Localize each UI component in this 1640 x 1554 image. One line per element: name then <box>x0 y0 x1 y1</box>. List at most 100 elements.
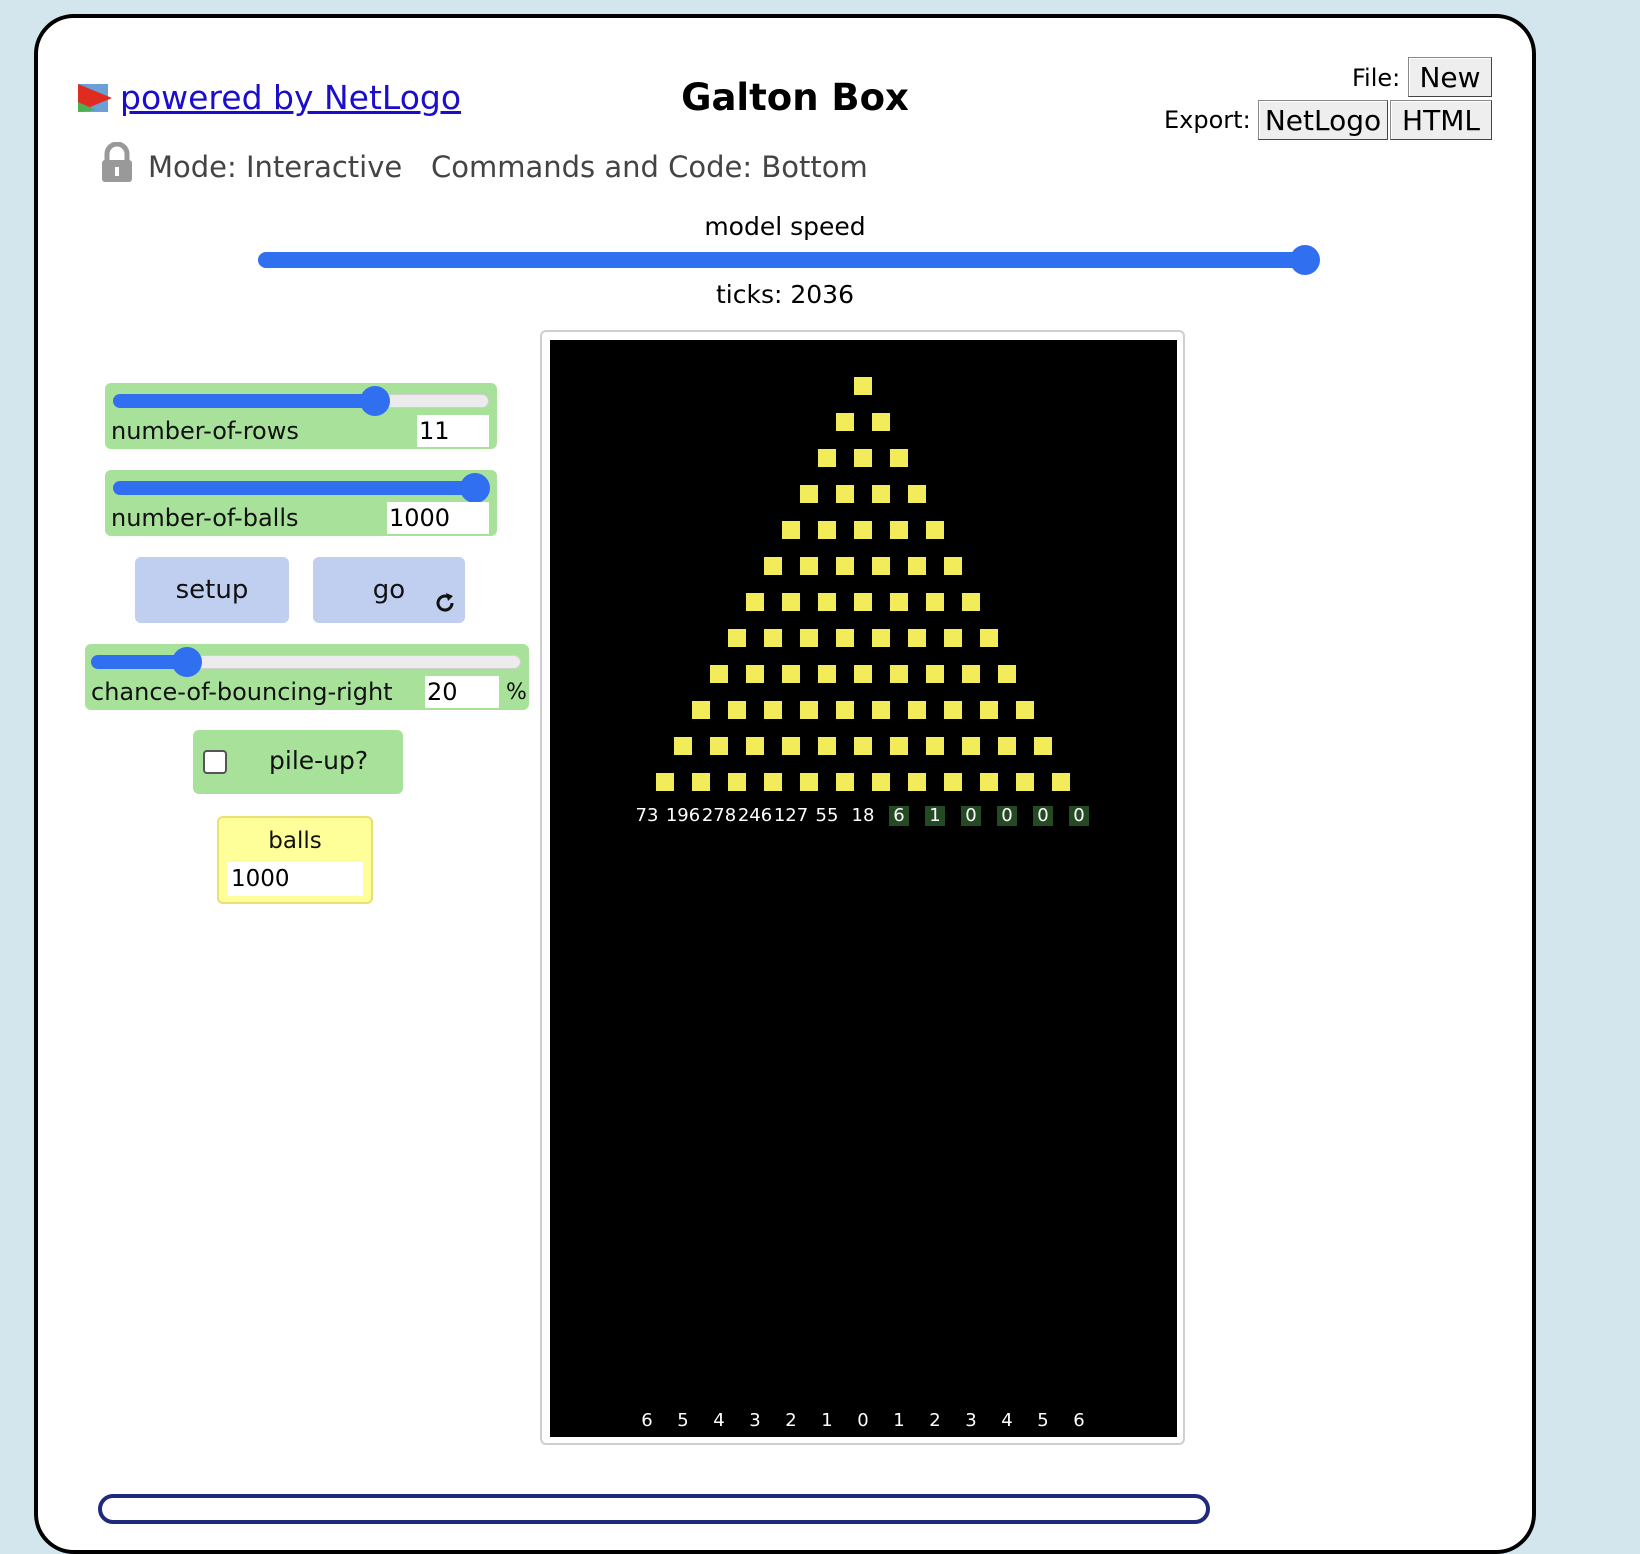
peg <box>890 737 908 755</box>
bin-count: 246 <box>737 805 773 826</box>
setup-button[interactable]: setup <box>135 557 289 623</box>
peg <box>836 557 854 575</box>
peg <box>836 413 854 431</box>
peg <box>836 629 854 647</box>
peg <box>980 773 998 791</box>
slider-value-field[interactable]: 20 <box>425 676 499 708</box>
peg <box>908 701 926 719</box>
peg <box>782 737 800 755</box>
peg <box>980 629 998 647</box>
peg <box>746 593 764 611</box>
slider-knob[interactable] <box>460 473 490 503</box>
lock-icon[interactable] <box>100 142 134 184</box>
forever-icon <box>436 593 454 612</box>
peg <box>728 701 746 719</box>
peg <box>764 557 782 575</box>
peg <box>926 521 944 539</box>
peg <box>854 521 872 539</box>
netlogo-logo-icon <box>78 83 112 112</box>
peg <box>764 773 782 791</box>
bin-count: 127 <box>773 805 809 826</box>
peg <box>890 449 908 467</box>
bin-index-label: 6 <box>641 1410 653 1431</box>
bin-count: 73 <box>635 805 659 826</box>
go-button[interactable]: go <box>313 557 465 623</box>
new-button[interactable]: New <box>1408 57 1492 97</box>
peg <box>962 665 980 683</box>
slider-units: % <box>506 680 527 705</box>
powered-by-netlogo-link[interactable]: powered by NetLogo <box>76 78 461 117</box>
slider-value-field[interactable]: 1000 <box>387 502 489 534</box>
bin-index-label: 0 <box>857 1410 869 1431</box>
peg <box>692 701 710 719</box>
go-button-label: go <box>372 575 406 605</box>
peg <box>728 773 746 791</box>
peg <box>836 773 854 791</box>
model-speed-knob[interactable] <box>1290 245 1320 275</box>
peg <box>710 665 728 683</box>
world-view-frame: 73 196 278 246 127 55 18 6 1 0 0 0 0 6 5 4 3 2 1 0 1 2 3 4 5 6 <box>540 330 1185 1445</box>
peg <box>908 629 926 647</box>
commands-and-code-toggle[interactable]: Commands and Code: Bottom <box>431 150 868 184</box>
number-of-balls-slider[interactable]: number-of-balls 1000 <box>105 470 497 536</box>
peg <box>818 665 836 683</box>
peg <box>908 557 926 575</box>
peg <box>854 737 872 755</box>
export-html-button[interactable]: HTML <box>1390 100 1492 140</box>
pile-up-switch[interactable]: pile-up? <box>193 730 403 794</box>
bin-count: 0 <box>1033 806 1053 826</box>
peg <box>890 593 908 611</box>
slider-knob[interactable] <box>360 386 390 416</box>
slider-knob[interactable] <box>172 647 202 677</box>
bin-index-label: 2 <box>929 1410 941 1431</box>
slider-value-field[interactable]: 11 <box>417 415 489 447</box>
powered-by-label: powered by NetLogo <box>120 78 462 117</box>
peg <box>872 773 890 791</box>
peg <box>782 593 800 611</box>
bin-index-label: 1 <box>893 1410 905 1431</box>
bin-count: 55 <box>815 805 839 826</box>
peg <box>692 773 710 791</box>
peg <box>764 629 782 647</box>
peg <box>854 449 872 467</box>
peg <box>728 629 746 647</box>
peg <box>818 593 836 611</box>
peg <box>962 737 980 755</box>
model-speed-label: model speed <box>704 212 866 241</box>
peg <box>1016 773 1034 791</box>
peg <box>944 557 962 575</box>
number-of-rows-slider[interactable]: number-of-rows 11 <box>105 383 497 449</box>
model-speed-slider[interactable] <box>258 252 1318 268</box>
peg <box>944 629 962 647</box>
bin-index-label: 5 <box>1037 1410 1049 1431</box>
bin-index-label: 4 <box>713 1410 725 1431</box>
monitor-label: balls <box>268 828 322 854</box>
peg <box>818 737 836 755</box>
bin-index-label: 6 <box>1073 1410 1085 1431</box>
pile-up-checkbox[interactable] <box>203 750 227 774</box>
peg <box>872 557 890 575</box>
peg <box>782 521 800 539</box>
bin-count: 18 <box>851 805 875 826</box>
world-view[interactable]: 73 196 278 246 127 55 18 6 1 0 0 0 0 6 5 4 3 2 1 0 1 2 3 4 5 6 <box>550 340 1177 1437</box>
export-netlogo-button[interactable]: NetLogo <box>1258 100 1388 140</box>
peg <box>800 629 818 647</box>
peg <box>926 737 944 755</box>
switch-label: pile-up? <box>269 746 369 775</box>
file-label: File: <box>1352 64 1401 92</box>
peg <box>908 485 926 503</box>
bin-index-label: 3 <box>749 1410 761 1431</box>
peg <box>926 593 944 611</box>
peg <box>836 701 854 719</box>
peg <box>800 485 818 503</box>
peg <box>800 557 818 575</box>
chance-of-bouncing-right-slider[interactable]: chance-of-bouncing-right 20 % <box>85 644 529 710</box>
bin-count: 196 <box>665 805 701 826</box>
page-title: Galton Box <box>681 76 909 119</box>
mode-toggle[interactable]: Mode: Interactive <box>148 150 402 184</box>
peg <box>998 737 1016 755</box>
peg <box>818 449 836 467</box>
peg <box>1016 701 1034 719</box>
peg <box>710 737 728 755</box>
slider-fill <box>113 394 373 408</box>
